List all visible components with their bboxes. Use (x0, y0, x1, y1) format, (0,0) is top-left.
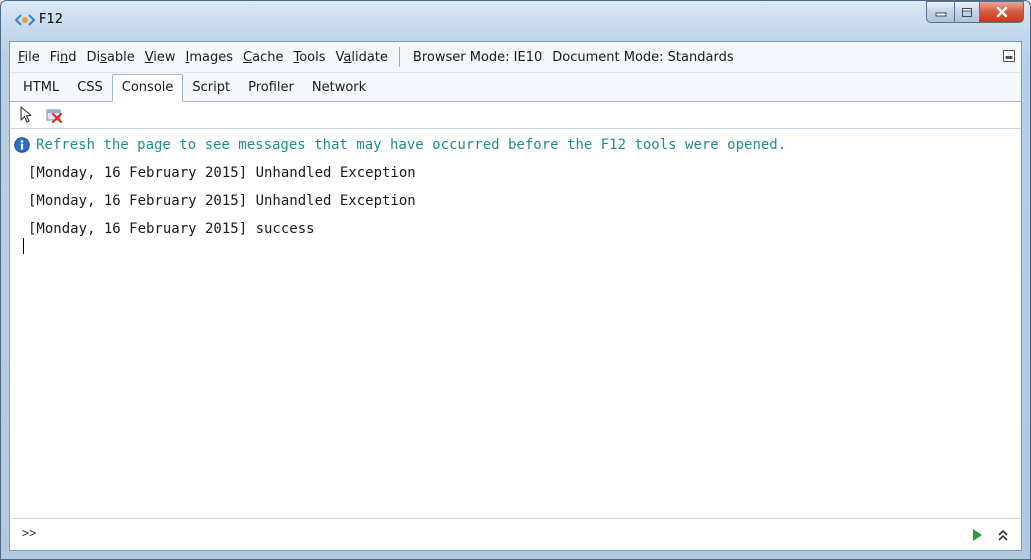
tab-profiler[interactable]: Profiler (239, 75, 303, 101)
expand-multiline-icon[interactable] (997, 529, 1009, 541)
menu-separator (398, 47, 400, 67)
menu-view[interactable]: View (140, 50, 181, 65)
console-log-line: [Monday, 16 February 2015] Unhandled Exc… (28, 165, 416, 181)
console-output[interactable]: Refresh the page to see messages that ma… (10, 129, 1021, 518)
info-icon (14, 137, 30, 153)
menu-find[interactable]: Find (45, 50, 82, 65)
minimize-panel-icon[interactable] (1003, 50, 1015, 62)
menu-bar: File Find Disable View Images Cache Tool… (10, 42, 1021, 73)
f12-window: F12 File Find Disable View Images Cache … (0, 0, 1031, 560)
menu-images[interactable]: Images (181, 50, 239, 65)
close-icon (996, 6, 1007, 18)
menu-validate[interactable]: Validate (331, 50, 393, 65)
title-bar[interactable]: F12 (1, 1, 1030, 41)
console-input-bar[interactable]: >> (10, 518, 1021, 550)
browser-mode-menu[interactable]: Browser Mode: IE10 (408, 50, 547, 65)
console-log-line: [Monday, 16 February 2015] Unhandled Exc… (28, 193, 416, 209)
text-caret (23, 238, 24, 254)
pointer-select-icon (20, 106, 32, 123)
maximize-button[interactable] (954, 1, 980, 23)
window-title: F12 (39, 12, 64, 27)
menu-tools[interactable]: Tools (288, 50, 330, 65)
devtools-client: File Find Disable View Images Cache Tool… (9, 41, 1022, 551)
tab-html[interactable]: HTML (14, 75, 68, 101)
window-controls (926, 1, 1024, 23)
tab-bar: HTML CSS Console Script Profiler Network (10, 73, 1021, 102)
tab-console[interactable]: Console (111, 74, 184, 102)
close-button[interactable] (980, 1, 1024, 23)
tab-css[interactable]: CSS (68, 75, 112, 101)
f12-devtools-icon (15, 14, 35, 26)
document-mode-menu[interactable]: Document Mode: Standards (547, 50, 738, 65)
minimize-button[interactable] (926, 1, 954, 23)
tab-script[interactable]: Script (183, 75, 239, 101)
console-prompt: >> (22, 526, 37, 540)
select-element-button[interactable] (18, 106, 36, 124)
clear-console-icon (46, 109, 63, 123)
tab-network[interactable]: Network (303, 75, 375, 101)
minimize-icon (935, 12, 946, 17)
menu-cache[interactable]: Cache (238, 50, 288, 65)
run-script-icon[interactable] (971, 528, 983, 542)
menu-file[interactable]: File (10, 50, 45, 65)
clear-console-button[interactable] (46, 106, 64, 124)
menu-disable[interactable]: Disable (81, 50, 139, 65)
maximize-icon (962, 7, 972, 17)
console-info-message: Refresh the page to see messages that ma… (14, 137, 786, 153)
console-toolbar (10, 102, 1021, 129)
console-log-line: [Monday, 16 February 2015] success (28, 221, 315, 237)
info-message-text: Refresh the page to see messages that ma… (36, 137, 787, 153)
